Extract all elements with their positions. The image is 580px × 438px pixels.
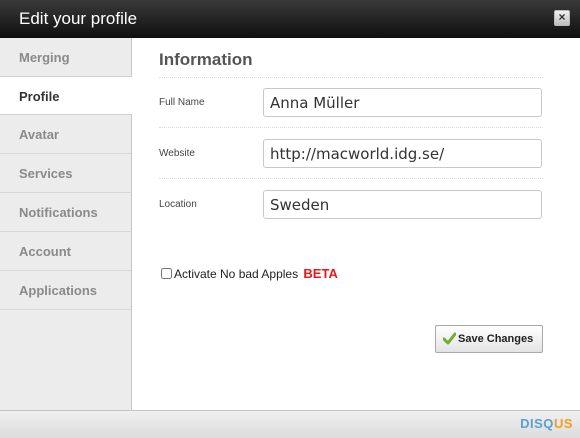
- sidebar-item-services[interactable]: Services: [0, 154, 131, 193]
- activate-checkbox[interactable]: [161, 268, 172, 279]
- sidebar: Merging Profile Avatar Services Notifica…: [0, 38, 132, 410]
- sidebar-item-merging[interactable]: Merging: [0, 38, 131, 77]
- main-panel: Information Full Name Website Location A…: [132, 38, 580, 410]
- section-title: Information: [159, 50, 253, 69]
- full-name-label: Full Name: [159, 97, 205, 108]
- sidebar-item-account[interactable]: Account: [0, 232, 131, 271]
- save-changes-label: Save Changes: [458, 333, 534, 345]
- dialog-titlebar: Edit your profile ×: [0, 0, 580, 38]
- close-button[interactable]: ×: [554, 10, 570, 26]
- dialog-footer: DISQUS: [0, 410, 580, 438]
- divider: [159, 178, 543, 179]
- location-field[interactable]: [263, 190, 542, 219]
- checkmark-icon: [443, 332, 456, 345]
- sidebar-item-profile[interactable]: Profile: [0, 76, 132, 115]
- website-label: Website: [159, 148, 195, 159]
- sidebar-item-notifications[interactable]: Notifications: [0, 193, 131, 232]
- dialog-title: Edit your profile: [19, 9, 138, 28]
- sidebar-item-avatar[interactable]: Avatar: [0, 115, 131, 154]
- location-label: Location: [159, 199, 197, 210]
- website-field[interactable]: [263, 139, 542, 168]
- beta-badge: BETA: [303, 266, 338, 281]
- activate-no-bad-apples-row[interactable]: Activate No bad Apples BETA: [161, 266, 338, 281]
- divider: [159, 127, 543, 128]
- save-changes-button[interactable]: Save Changes: [435, 325, 543, 353]
- full-name-field[interactable]: [263, 88, 542, 117]
- activate-label: Activate No bad Apples: [174, 267, 299, 281]
- disqus-logo: DISQUS: [520, 416, 573, 431]
- sidebar-item-applications[interactable]: Applications: [0, 271, 131, 310]
- divider: [159, 77, 543, 78]
- close-icon: ×: [558, 10, 566, 24]
